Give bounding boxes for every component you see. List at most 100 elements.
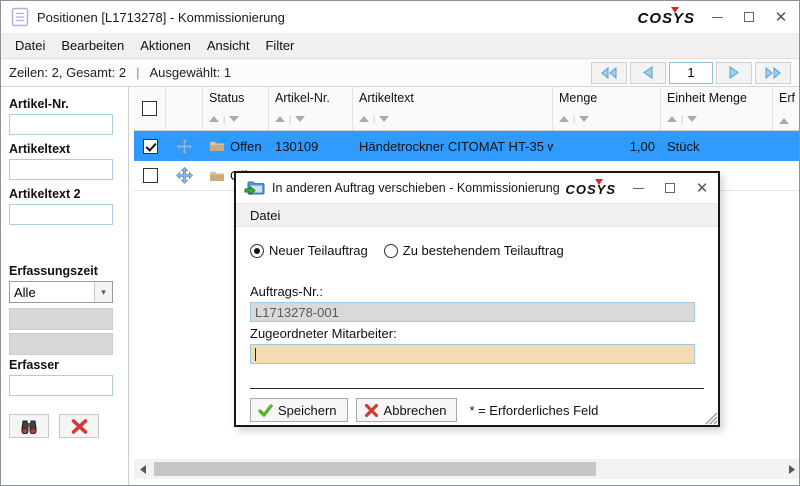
- window-controls: ✕: [709, 9, 789, 25]
- status-toolbar: Zeilen: 2, Gesamt: 2 | Ausgewählt: 1: [1, 59, 799, 87]
- column-header-einheit-menge[interactable]: Einheit Menge |: [661, 87, 773, 130]
- cancel-button[interactable]: Abbrechen: [356, 398, 458, 422]
- einheit-menge-cell: Stück: [661, 131, 773, 161]
- dialog-button-row: Speichern Abbrechen * = Erforderliches F…: [250, 398, 704, 422]
- mitarbeiter-label: Zugeordneter Mitarbeiter:: [250, 326, 704, 341]
- chevron-down-icon: ▾: [94, 282, 112, 302]
- radio-icon[interactable]: [250, 244, 264, 258]
- sort-desc-icon[interactable]: [229, 116, 239, 122]
- sort-desc-icon[interactable]: [687, 116, 697, 122]
- red-x-icon: [364, 404, 379, 417]
- row-checkbox[interactable]: [143, 168, 158, 183]
- logo-accent: [595, 179, 603, 185]
- erfasser-input[interactable]: [9, 375, 113, 396]
- minimize-button[interactable]: [709, 9, 725, 25]
- close-button[interactable]: ✕: [773, 9, 789, 25]
- select-all-cell: [134, 87, 166, 130]
- logo-accent: [671, 7, 679, 13]
- artikeltext-input[interactable]: [9, 159, 113, 180]
- artikeltext2-label: Artikeltext 2: [9, 187, 120, 201]
- menu-filter[interactable]: Filter: [257, 35, 302, 56]
- double-left-arrow-icon: [600, 67, 618, 79]
- maximize-button[interactable]: [741, 9, 757, 25]
- dialog-minimize-button[interactable]: [630, 180, 646, 196]
- menge-cell: 1,00: [553, 131, 661, 161]
- titlebar: Positionen [L1713278] - Kommissionierung…: [1, 1, 799, 33]
- artikeltext2-input[interactable]: [9, 204, 113, 225]
- radio-zu-bestehendem-teilauftrag[interactable]: Zu bestehendem Teilauftrag: [384, 243, 564, 258]
- erfasser-label: Erfasser: [9, 358, 120, 372]
- artikel-nr-cell: 130109: [269, 131, 353, 161]
- sort-asc-icon[interactable]: [559, 116, 569, 122]
- text-cursor: [255, 348, 256, 361]
- artikeltext-label: Artikeltext: [9, 142, 120, 156]
- horizontal-scrollbar[interactable]: [134, 459, 800, 479]
- next-page-button[interactable]: [716, 62, 752, 84]
- select-all-checkbox[interactable]: [142, 101, 157, 116]
- artikel-nr-label: Artikel-Nr.: [9, 97, 120, 111]
- mitarbeiter-field[interactable]: [250, 344, 695, 364]
- column-header-artikel-nr[interactable]: Artikel-Nr. |: [269, 87, 353, 130]
- rows-count-text: Zeilen: 2, Gesamt: 2: [9, 65, 126, 80]
- move-row-icon[interactable]: [176, 167, 193, 184]
- last-page-button[interactable]: [755, 62, 791, 84]
- cosys-logo: COSYS: [565, 180, 616, 197]
- sort-desc-icon[interactable]: [579, 116, 589, 122]
- save-button[interactable]: Speichern: [250, 398, 348, 422]
- table-header-row: Status | Artikel-Nr. | Artikeltext | Men…: [134, 87, 800, 131]
- scroll-left-arrow-icon[interactable]: [134, 459, 152, 479]
- cosys-logo: COSYS: [637, 8, 695, 27]
- dialog-title: In anderen Auftrag verschieben - Kommiss…: [272, 181, 560, 195]
- status-divider: |: [136, 65, 139, 80]
- prev-page-button[interactable]: [630, 62, 666, 84]
- dialog-body: Neuer Teilauftrag Zu bestehendem Teilauf…: [236, 227, 718, 425]
- artikel-nr-input[interactable]: [9, 114, 113, 135]
- sort-asc-icon[interactable]: [275, 116, 285, 122]
- dialog-maximize-button[interactable]: [662, 180, 678, 196]
- move-folder-icon: [244, 180, 265, 197]
- menu-bearbeiten[interactable]: Bearbeiten: [53, 35, 132, 56]
- required-field-note: * = Erforderliches Feld: [469, 403, 598, 418]
- move-row-icon[interactable]: [176, 138, 193, 155]
- column-header-menge[interactable]: Menge |: [553, 87, 661, 130]
- red-x-icon: [71, 419, 88, 434]
- table-row[interactable]: Offen 130109 Händetrockner CITOMAT HT-35…: [134, 131, 800, 161]
- dialog-menu-datei[interactable]: Datei: [242, 205, 288, 226]
- radio-neuer-teilauftrag[interactable]: Neuer Teilauftrag: [250, 243, 368, 258]
- menu-datei[interactable]: Datei: [7, 35, 53, 56]
- column-header-artikeltext[interactable]: Artikeltext |: [353, 87, 553, 130]
- erfassungszeit-bis-field: [9, 333, 113, 355]
- first-page-button[interactable]: [591, 62, 627, 84]
- sort-asc-icon[interactable]: [209, 116, 219, 122]
- row-checkbox[interactable]: [143, 139, 158, 154]
- menu-aktionen[interactable]: Aktionen: [132, 35, 199, 56]
- sort-asc-icon[interactable]: [667, 116, 677, 122]
- page-number-input[interactable]: [669, 62, 713, 84]
- sidebar-buttons: [9, 414, 120, 438]
- erfassungszeit-value: Alle: [14, 285, 36, 300]
- scroll-right-arrow-icon[interactable]: [783, 459, 800, 479]
- clear-filter-button[interactable]: [59, 414, 99, 438]
- binoculars-icon: [19, 419, 39, 434]
- column-header-status[interactable]: Status |: [203, 87, 269, 130]
- sort-desc-icon[interactable]: [295, 116, 305, 122]
- column-header-erfassung[interactable]: Erf: [773, 87, 800, 130]
- dialog-close-button[interactable]: ✕: [694, 180, 710, 196]
- sort-desc-icon[interactable]: [379, 116, 389, 122]
- artikeltext-cell: Händetrockner CITOMAT HT-35 weiß: [353, 131, 553, 161]
- double-right-arrow-icon: [764, 67, 782, 79]
- dialog-window-controls: ✕: [630, 180, 710, 196]
- radio-icon[interactable]: [384, 244, 398, 258]
- resize-grip-icon[interactable]: [705, 412, 718, 425]
- scrollbar-thumb[interactable]: [154, 462, 596, 476]
- sort-asc-icon[interactable]: [359, 116, 369, 122]
- menu-ansicht[interactable]: Ansicht: [199, 35, 258, 56]
- erfassungszeit-select[interactable]: Alle ▾: [9, 281, 113, 303]
- status-cell: Offen: [203, 131, 269, 161]
- dialog-menubar: Datei: [236, 203, 718, 227]
- search-button[interactable]: [9, 414, 49, 438]
- auftrags-nr-field: L1713278-001: [250, 302, 695, 322]
- move-order-dialog: In anderen Auftrag verschieben - Kommiss…: [234, 171, 720, 427]
- window-title: Positionen [L1713278] - Kommissionierung: [37, 10, 285, 25]
- sort-asc-icon[interactable]: [779, 118, 789, 124]
